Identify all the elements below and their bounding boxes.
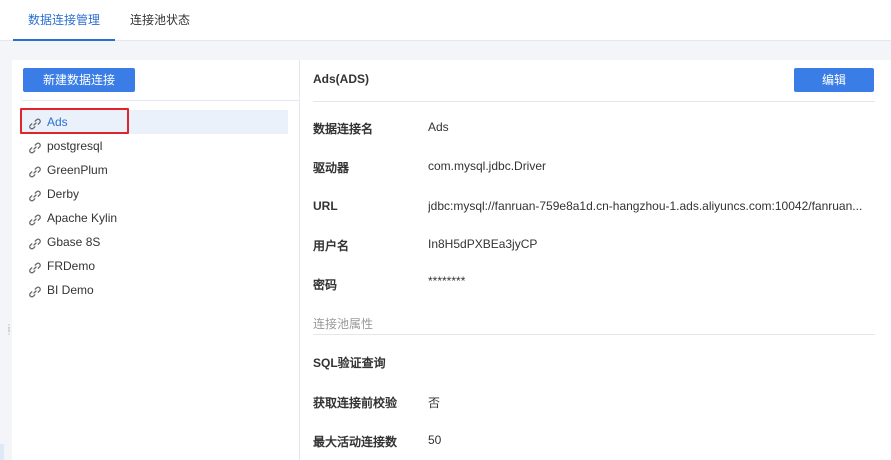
divider: [313, 101, 875, 102]
connection-item[interactable]: Ads: [20, 108, 288, 134]
connection-label: Apache Kylin: [47, 211, 118, 225]
field-label-connection-name: 数据连接名: [313, 122, 374, 136]
left-edge-marker: [0, 444, 4, 460]
link-icon: [28, 163, 42, 178]
field-value-connection-name: Ads: [428, 120, 449, 134]
field-label-sql-validation-query: SQL验证查询: [313, 356, 386, 370]
connection-label: Gbase 8S: [47, 235, 101, 249]
field-label-password: 密码: [313, 278, 338, 292]
connection-label: FRDemo: [47, 259, 96, 273]
connection-label: BI Demo: [47, 283, 94, 297]
field-value-username: In8H5dPXBEa3jyCP: [428, 237, 538, 251]
tab-data-connection-management[interactable]: 数据连接管理: [13, 0, 116, 41]
link-icon: [28, 187, 42, 202]
connection-item[interactable]: postgresql: [22, 134, 288, 158]
tab-connection-pool-status[interactable]: 连接池状态: [130, 0, 190, 40]
connection-item[interactable]: BI Demo: [22, 278, 288, 302]
field-value-max-active-connections: 50: [428, 433, 442, 447]
field-label-validate-before-borrow: 获取连接前校验: [313, 396, 398, 410]
section-divider: [313, 334, 875, 335]
top-tab-bar: 数据连接管理 连接池状态: [0, 0, 891, 41]
field-label-username: 用户名: [313, 239, 350, 253]
connection-item[interactable]: GreenPlum: [22, 158, 288, 182]
link-icon: [28, 235, 42, 250]
connection-item[interactable]: FRDemo: [22, 254, 288, 278]
link-icon: [28, 115, 42, 130]
field-value-url: jdbc:mysql://fanruan-759e8a1d.cn-hangzho…: [428, 199, 863, 213]
connection-label: postgresql: [47, 139, 103, 153]
connection-item[interactable]: Gbase 8S: [22, 230, 288, 254]
connection-label: GreenPlum: [47, 163, 108, 177]
link-icon: [28, 259, 42, 274]
edit-button[interactable]: 编辑: [794, 68, 874, 92]
connection-label: Ads: [47, 115, 68, 129]
pool-section-label: 连接池属性: [313, 317, 374, 331]
connection-item[interactable]: Apache Kylin: [22, 206, 288, 230]
connection-list-panel: 新建数据连接 Ads postgresql GreenPlum Derby Apache…: [12, 60, 300, 460]
tab-label: 数据连接管理: [28, 13, 101, 27]
field-label-driver: 驱动器: [313, 161, 350, 175]
active-tab-indicator: [13, 39, 116, 41]
new-data-connection-button[interactable]: 新建数据连接: [23, 68, 135, 92]
connection-detail-panel: Ads(ADS) 编辑 数据连接名 Ads 驱动器 com.mysql.jdbc…: [300, 60, 891, 460]
link-icon: [28, 211, 42, 226]
field-value-password: ********: [428, 274, 466, 288]
field-label-url: URL: [313, 199, 338, 213]
tab-label: 连接池状态: [130, 13, 191, 27]
field-value-validate-before-borrow: 否: [428, 396, 441, 410]
divider: [22, 100, 299, 101]
link-icon: [28, 139, 42, 154]
detail-title: Ads(ADS): [313, 72, 369, 86]
field-label-max-active-connections: 最大活动连接数: [313, 435, 398, 449]
connection-label: Derby: [47, 187, 80, 201]
field-value-driver: com.mysql.jdbc.Driver: [428, 159, 547, 173]
resize-handle-icon[interactable]: ⋮ ⋮: [5, 324, 13, 340]
connection-item[interactable]: Derby: [22, 182, 288, 206]
link-icon: [28, 283, 42, 298]
